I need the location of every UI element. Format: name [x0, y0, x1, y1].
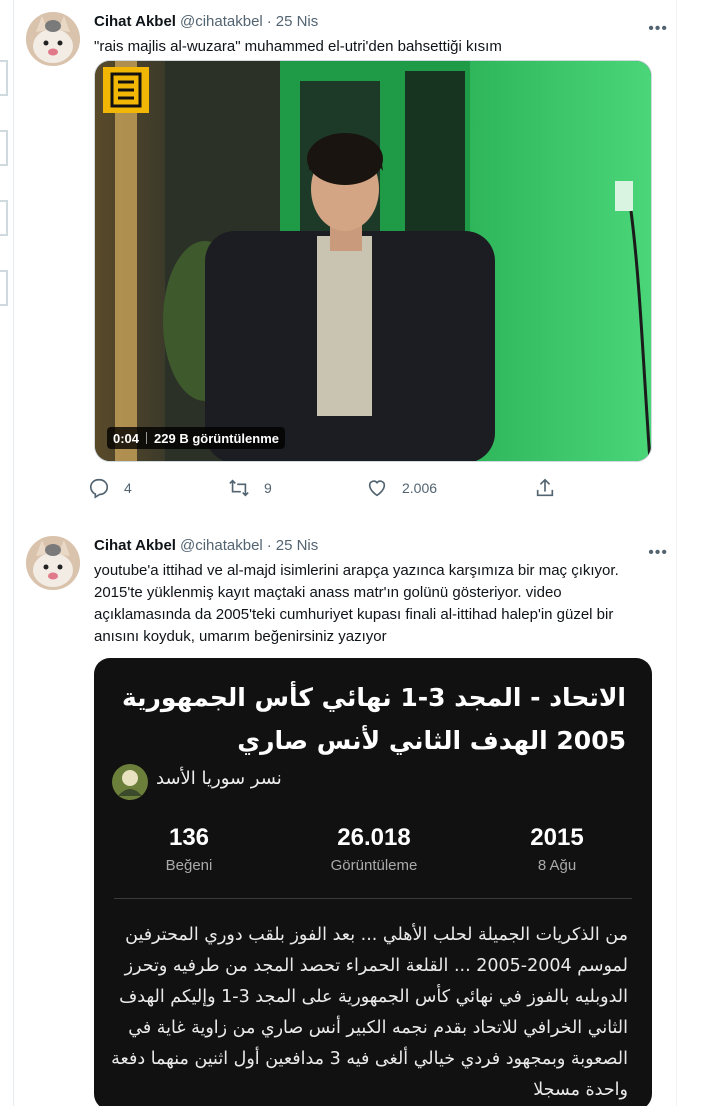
retweet-count: 9 — [264, 480, 272, 496]
channel-avatar — [112, 764, 148, 800]
video-description: من الذكريات الجميلة لحلب الأهلي ... بعد … — [111, 925, 628, 1100]
stat-label: Görüntüleme — [330, 857, 418, 874]
divider — [114, 898, 632, 899]
channel-name: نسر سوريا الأسد — [156, 768, 282, 789]
tweet-date[interactable]: 25 Nis — [276, 536, 319, 556]
tweet-2[interactable]: Cihat Akbel @cihatakbel · 25 Nis youtube… — [26, 536, 668, 1106]
avatar[interactable] — [26, 12, 80, 66]
left-frame-border — [0, 0, 14, 1106]
share-button[interactable] — [534, 477, 570, 499]
video-player[interactable]: 0:04 229 B görüntülenme — [94, 60, 652, 462]
action-bar: 4 9 2.006 — [88, 476, 568, 500]
retweet-button[interactable]: 9 — [228, 477, 272, 499]
youtube-screenshot[interactable]: الاتحاد - المجد 3-1 نهائي كأس الجمهورية … — [94, 658, 652, 1106]
heart-icon — [368, 480, 386, 497]
tweet-content: Cihat Akbel @cihatakbel · 25 Nis youtube… — [94, 536, 654, 1106]
like-button[interactable]: 2.006 — [366, 477, 437, 499]
reply-button[interactable]: 4 — [88, 477, 132, 499]
tweet-date[interactable]: 25 Nis — [276, 12, 319, 32]
video-duration: 0:04 — [113, 430, 140, 446]
avatar[interactable] — [26, 536, 80, 590]
channel-logo-icon — [103, 67, 149, 118]
right-frame-border — [676, 0, 677, 1106]
tweet-text: youtube'a ittihad ve al-majd isimlerini … — [94, 562, 619, 645]
stat-label: 8 Ağu — [537, 857, 577, 874]
video-frame — [95, 61, 651, 461]
share-icon — [536, 478, 554, 497]
like-count: 2.006 — [402, 480, 438, 496]
video-views: 229 B görüntülenme — [154, 430, 279, 446]
separator: · — [266, 537, 272, 554]
author-handle[interactable]: @cihatakbel — [180, 536, 263, 556]
tweet-header: Cihat Akbel @cihatakbel · 25 Nis — [94, 536, 654, 556]
tweet-text: "rais majlis al-wuzara" muhammed el-utri… — [94, 38, 502, 55]
video-title: الاتحاد - المجد 3-1 نهائي كأس الجمهورية … — [121, 683, 626, 755]
author-name[interactable]: Cihat Akbel — [94, 536, 176, 556]
stat-views: 26.018 Görüntüleme — [304, 823, 444, 874]
retweet-icon — [229, 479, 249, 497]
stat-value: 136 — [168, 824, 210, 851]
separator: · — [266, 13, 272, 30]
reply-count: 4 — [124, 480, 132, 496]
more-horizontal-icon[interactable]: ••• — [648, 544, 668, 562]
author-name[interactable]: Cihat Akbel — [94, 12, 176, 32]
tweet-content: Cihat Akbel @cihatakbel · 25 Nis "rais m… — [94, 12, 654, 462]
reply-icon — [89, 478, 109, 499]
author-handle[interactable]: @cihatakbel — [180, 12, 263, 32]
tweet-header: Cihat Akbel @cihatakbel · 25 Nis — [94, 12, 654, 32]
more-horizontal-icon[interactable]: ••• — [648, 20, 668, 38]
stat-likes: 136 Beğeni — [134, 823, 244, 874]
video-info-badge: 0:04 229 B görüntülenme — [107, 427, 285, 449]
stat-value: 26.018 — [337, 824, 411, 851]
stat-label: Beğeni — [165, 857, 213, 874]
stat-date: 2015 8 Ağu — [502, 823, 612, 874]
stat-value: 2015 — [530, 824, 584, 851]
tweet-1[interactable]: Cihat Akbel @cihatakbel · 25 Nis "rais m… — [26, 12, 668, 522]
